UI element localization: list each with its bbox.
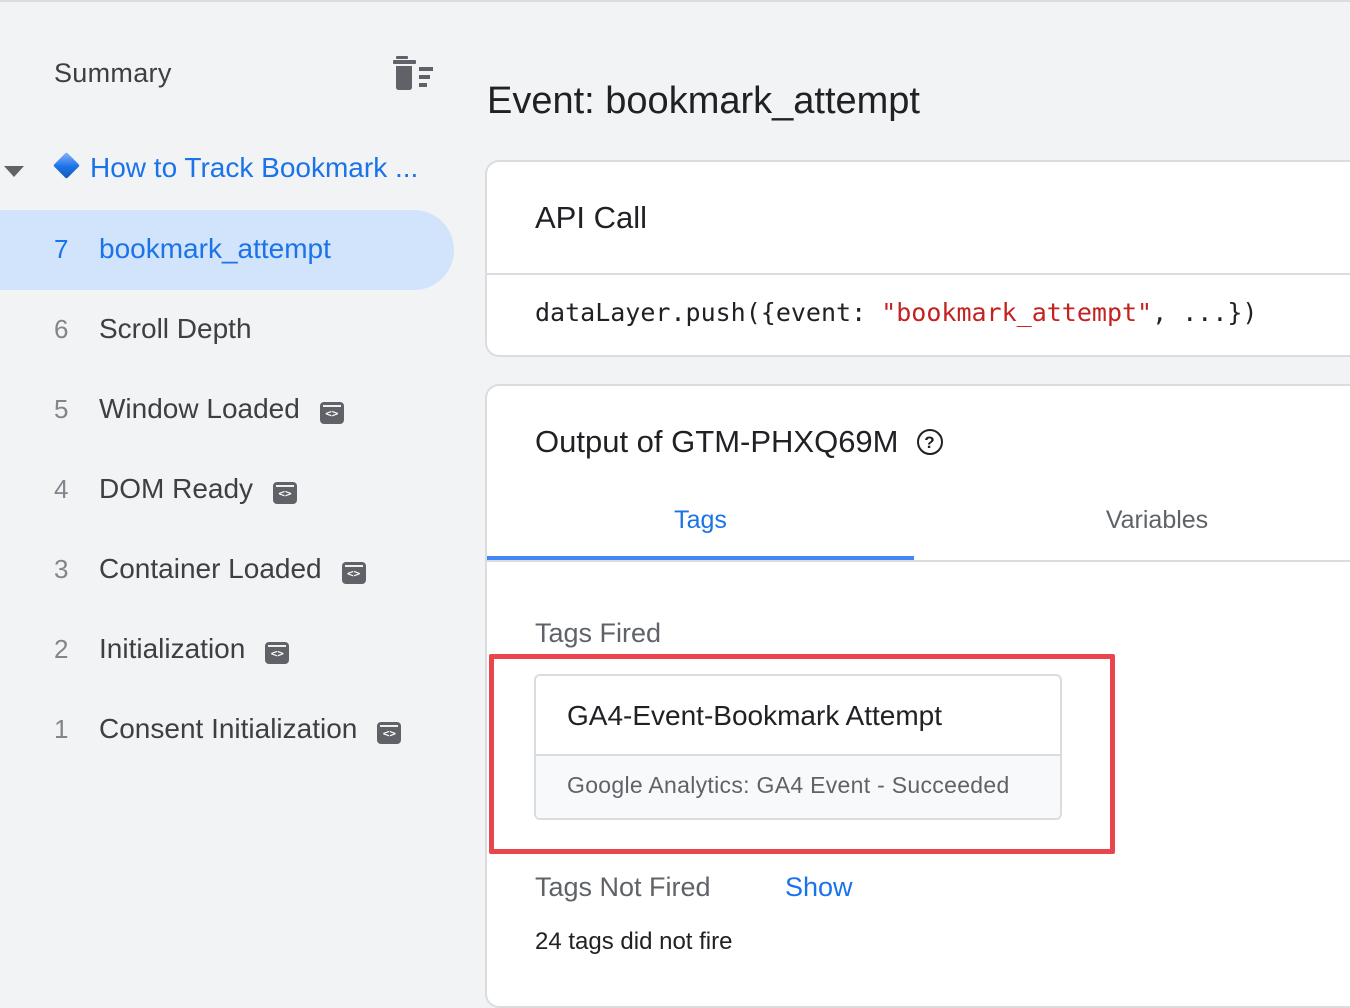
caret-down-icon[interactable] (4, 166, 24, 177)
event-label: Initialization (99, 633, 246, 664)
sidebar: Summary How to Track Bookmark ... 7 bookm… (0, 0, 470, 986)
event-item[interactable]: 2 Initialization <> (0, 610, 460, 690)
event-number: 7 (54, 234, 69, 264)
event-label: Consent Initialization (99, 713, 358, 744)
not-fired-count: 24 tags did not fire (535, 928, 733, 955)
api-call-code: dataLayer.push({event: "bookmark_attempt… (535, 298, 1257, 327)
help-icon[interactable]: ? (916, 429, 943, 455)
event-label-row: DOM Ready <> (99, 473, 298, 505)
event-item[interactable]: 1 Consent Initialization <> (0, 690, 460, 770)
clear-all-button[interactable] (390, 54, 438, 94)
event-number: 3 (54, 554, 69, 584)
code-badge-icon: <> (377, 722, 402, 744)
code-string: "bookmark_attempt" (881, 298, 1153, 327)
tab-tags[interactable]: Tags (487, 506, 914, 562)
code-badge-icon: <> (265, 642, 290, 664)
show-link[interactable]: Show (785, 872, 853, 903)
tags-fired-label: Tags Fired (535, 618, 662, 648)
tabs-divider (487, 560, 1350, 562)
code-prefix: dataLayer.push({event: (535, 298, 882, 327)
code-badge-icon: <> (319, 402, 344, 424)
tag-name: GA4-Event-Bookmark Attempt (567, 700, 943, 731)
clear-all-icon (393, 56, 433, 90)
event-label: Scroll Depth (99, 313, 252, 344)
event-label-row: Initialization <> (99, 633, 290, 665)
fired-tag-card[interactable]: GA4-Event-Bookmark Attempt Google Analyt… (534, 674, 1062, 820)
summary-title[interactable]: Summary (54, 58, 172, 89)
event-label: Container Loaded (99, 553, 322, 584)
event-label: DOM Ready (99, 473, 254, 504)
event-number: 4 (54, 474, 69, 504)
event-label: Window Loaded (99, 393, 300, 424)
event-label-row: Scroll Depth (99, 313, 252, 345)
output-heading: Output of GTM-PHXQ69M ? (535, 424, 943, 460)
code-badge-icon: <> (341, 562, 366, 584)
page-entry[interactable]: How to Track Bookmark ... (0, 150, 460, 190)
event-number: 1 (54, 714, 69, 744)
event-label-row: Container Loaded <> (99, 553, 366, 585)
event-item[interactable]: 7 bookmark_attempt (0, 210, 454, 290)
api-call-heading: API Call (535, 200, 647, 235)
tab-variables[interactable]: Variables (927, 506, 1350, 562)
event-label-row: Window Loaded <> (99, 393, 344, 425)
event-label-row: bookmark_attempt (99, 233, 331, 265)
event-item[interactable]: 6 Scroll Depth (0, 290, 460, 370)
event-number: 6 (54, 314, 69, 344)
event-item[interactable]: 5 Window Loaded <> (0, 370, 460, 450)
divider (487, 273, 1350, 275)
event-item[interactable]: 4 DOM Ready <> (0, 450, 460, 530)
tag-footer: Google Analytics: GA4 Event - Succeeded (536, 754, 1060, 818)
api-call-card: API Call dataLayer.push({event: "bookmar… (485, 160, 1350, 357)
event-number: 5 (54, 394, 69, 424)
event-list: 7 bookmark_attempt 6 Scroll Depth 5 Window Lo… (0, 210, 460, 770)
tag-status: Google Analytics: GA4 Event - Succeeded (567, 772, 1010, 798)
page-title[interactable]: How to Track Bookmark ... (90, 152, 418, 184)
event-item[interactable]: 3 Container Loaded <> (0, 530, 460, 610)
tags-not-fired-label: Tags Not Fired (535, 872, 711, 902)
code-badge-icon: <> (273, 482, 298, 504)
output-card: Output of GTM-PHXQ69M ? Tags Variables T… (485, 384, 1350, 1008)
event-number: 2 (54, 634, 69, 664)
event-label-row: Consent Initialization <> (99, 713, 402, 745)
diamond-icon (53, 152, 80, 179)
event-label: bookmark_attempt (99, 233, 331, 264)
event-heading: Event: bookmark_attempt (487, 80, 920, 122)
code-suffix: , ...}) (1152, 298, 1258, 327)
output-heading-text: Output of GTM-PHXQ69M (535, 424, 899, 459)
